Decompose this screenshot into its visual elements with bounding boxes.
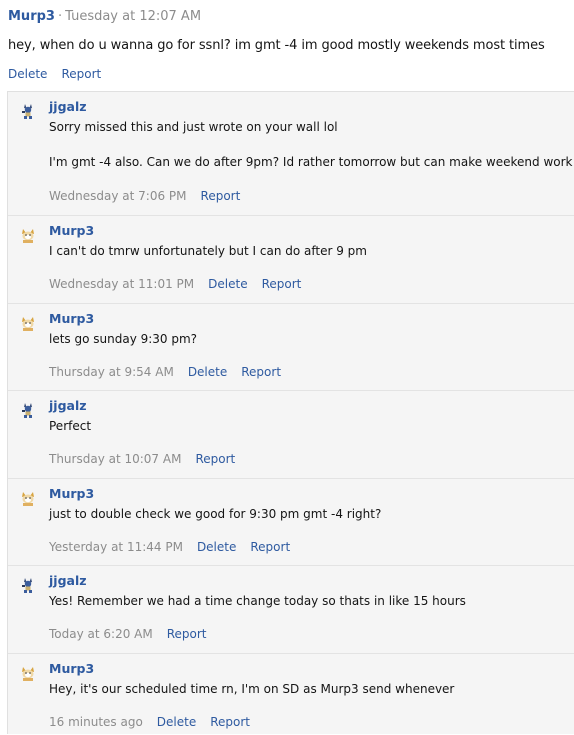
post-report-link[interactable]: Report bbox=[61, 67, 101, 81]
post-author-link[interactable]: Murp3 bbox=[8, 9, 55, 24]
comment-delete-link[interactable]: Delete bbox=[197, 540, 236, 554]
comment-text: I can't do tmrw unfortunately but I can … bbox=[49, 244, 367, 258]
comment-author-link[interactable]: Murp3 bbox=[49, 311, 94, 326]
comment-author-link[interactable]: Murp3 bbox=[49, 486, 94, 501]
comment-report-link[interactable]: Report bbox=[210, 715, 250, 729]
comment-text: Sorry missed this and just wrote on your… bbox=[49, 119, 573, 171]
cat-avatar-icon[interactable] bbox=[19, 664, 37, 682]
post-actions: Delete Report bbox=[8, 67, 115, 81]
post-delete-link[interactable]: Delete bbox=[8, 67, 47, 81]
comment-timestamp[interactable]: Wednesday at 11:01 PM bbox=[49, 277, 194, 291]
lucario-avatar-icon[interactable] bbox=[19, 102, 37, 120]
comment-text: Hey, it's our scheduled time rn, I'm on … bbox=[49, 682, 455, 696]
comment-report-link[interactable]: Report bbox=[262, 277, 302, 291]
comment-text-line: I'm gmt -4 also. Can we do after 9pm? Id… bbox=[49, 155, 573, 169]
comment-report-link[interactable]: Report bbox=[167, 627, 207, 641]
comment-delete-link[interactable]: Delete bbox=[157, 715, 196, 729]
comment-text: Perfect bbox=[49, 419, 92, 433]
comment-text: lets go sunday 9:30 pm? bbox=[49, 332, 198, 346]
comment-report-link[interactable]: Report bbox=[250, 540, 290, 554]
comment-report-link[interactable]: Report bbox=[201, 189, 241, 203]
comment-text-line: Sorry missed this and just wrote on your… bbox=[49, 120, 338, 134]
comment-item: Murp3 just to double check we good for 9… bbox=[8, 479, 574, 566]
comment-item: Murp3 lets go sunday 9:30 pm? Thursday a… bbox=[8, 304, 574, 391]
post-timestamp[interactable]: Tuesday at 12:07 AM bbox=[65, 9, 201, 24]
comment-report-link[interactable]: Report bbox=[241, 365, 281, 379]
comment-item: jjgalz Sorry missed this and just wrote … bbox=[8, 92, 574, 216]
comment-timestamp[interactable]: 16 minutes ago bbox=[49, 715, 143, 729]
comment-report-link[interactable]: Report bbox=[195, 452, 235, 466]
comments-list: jjgalz Sorry missed this and just wrote … bbox=[7, 91, 574, 734]
comment-author-link[interactable]: jjgalz bbox=[49, 573, 87, 588]
comment-timestamp[interactable]: Wednesday at 7:06 PM bbox=[49, 189, 187, 203]
comment-item: jjgalz Yes! Remember we had a time chang… bbox=[8, 566, 574, 654]
lucario-avatar-icon[interactable] bbox=[19, 576, 37, 594]
comment-text-gap bbox=[49, 136, 573, 154]
comment-author-link[interactable]: Murp3 bbox=[49, 661, 94, 676]
comment-timestamp[interactable]: Yesterday at 11:44 PM bbox=[49, 540, 183, 554]
post-header: Murp3 · Tuesday at 12:07 AM bbox=[8, 9, 201, 24]
comment-text: just to double check we good for 9:30 pm… bbox=[49, 507, 382, 521]
comment-meta: Thursday at 9:54 AM Delete Report bbox=[49, 365, 295, 379]
cat-avatar-icon[interactable] bbox=[19, 314, 37, 332]
comment-item: Murp3 Hey, it's our scheduled time rn, I… bbox=[8, 654, 574, 735]
comment-author-link[interactable]: jjgalz bbox=[49, 99, 87, 114]
comment-meta: 16 minutes ago Delete Report bbox=[49, 715, 264, 729]
comment-timestamp[interactable]: Thursday at 9:54 AM bbox=[49, 365, 174, 379]
comment-timestamp[interactable]: Today at 6:20 AM bbox=[49, 627, 153, 641]
post-separator: · bbox=[57, 9, 63, 24]
comment-text: Yes! Remember we had a time change today… bbox=[49, 594, 466, 608]
cat-avatar-icon[interactable] bbox=[19, 226, 37, 244]
cat-avatar-icon[interactable] bbox=[19, 489, 37, 507]
comment-delete-link[interactable]: Delete bbox=[188, 365, 227, 379]
comment-author-link[interactable]: Murp3 bbox=[49, 223, 94, 238]
post-body: hey, when do u wanna go for ssnl? im gmt… bbox=[8, 38, 545, 53]
comment-timestamp[interactable]: Thursday at 10:07 AM bbox=[49, 452, 181, 466]
comment-meta: Wednesday at 7:06 PM Report bbox=[49, 189, 254, 203]
comment-meta: Wednesday at 11:01 PM Delete Report bbox=[49, 277, 315, 291]
lucario-avatar-icon[interactable] bbox=[19, 401, 37, 419]
comment-meta: Thursday at 10:07 AM Report bbox=[49, 452, 249, 466]
comment-delete-link[interactable]: Delete bbox=[208, 277, 247, 291]
comment-item: jjgalz Perfect Thursday at 10:07 AM Repor… bbox=[8, 391, 574, 479]
comment-meta: Today at 6:20 AM Report bbox=[49, 627, 221, 641]
comment-meta: Yesterday at 11:44 PM Delete Report bbox=[49, 540, 304, 554]
comment-item: Murp3 I can't do tmrw unfortunately but … bbox=[8, 216, 574, 304]
comment-author-link[interactable]: jjgalz bbox=[49, 398, 87, 413]
